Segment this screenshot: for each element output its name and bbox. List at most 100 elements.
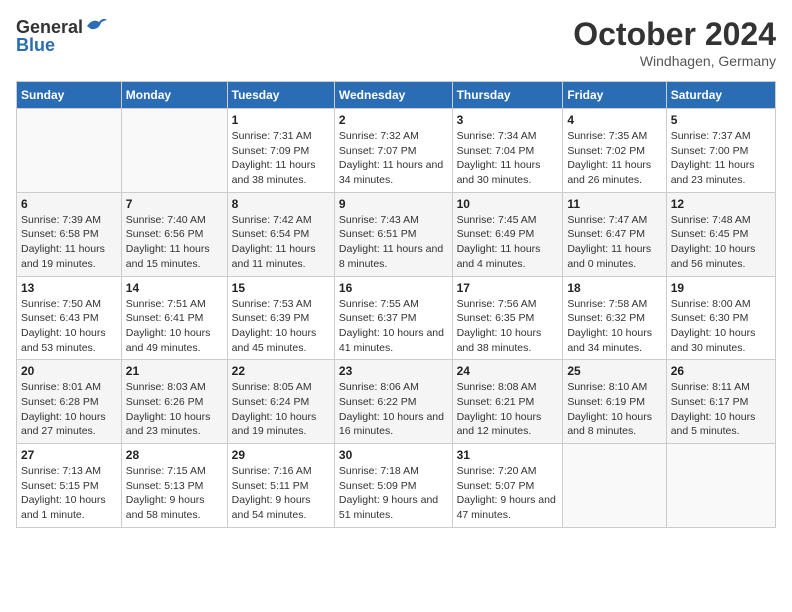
day-number: 18 <box>567 281 661 295</box>
calendar-cell: 22 Sunrise: 8:05 AMSunset: 6:24 PMDayligh… <box>227 360 334 444</box>
day-number: 1 <box>232 113 330 127</box>
day-number: 10 <box>457 197 559 211</box>
calendar-cell: 27 Sunrise: 7:13 AMSunset: 5:15 PMDayligh… <box>17 444 122 528</box>
day-info: Sunrise: 7:18 AMSunset: 5:09 PMDaylight:… <box>339 464 448 523</box>
calendar-week-row: 1 Sunrise: 7:31 AMSunset: 7:09 PMDaylight… <box>17 109 776 193</box>
weekday-header-thursday: Thursday <box>452 82 563 109</box>
calendar-cell: 2Sunrise: 7:32 AMSunset: 7:07 PMDaylight… <box>334 109 452 193</box>
day-number: 5 <box>671 113 771 127</box>
weekday-header-friday: Friday <box>563 82 666 109</box>
logo-bird-icon <box>85 16 107 39</box>
day-number: 2 <box>339 113 448 127</box>
day-number: 25 <box>567 364 661 378</box>
day-number: 6 <box>21 197 117 211</box>
weekday-header-sunday: Sunday <box>17 82 122 109</box>
calendar-cell: 12 Sunrise: 7:48 AMSunset: 6:45 PMDayligh… <box>666 192 775 276</box>
weekday-header-monday: Monday <box>121 82 227 109</box>
calendar-cell: 30 Sunrise: 7:18 AMSunset: 5:09 PMDayligh… <box>334 444 452 528</box>
day-info: Sunrise: 7:42 AMSunset: 6:54 PMDaylight:… <box>232 213 330 272</box>
day-info: Sunrise: 7:39 AMSunset: 6:58 PMDaylight:… <box>21 213 117 272</box>
weekday-header-saturday: Saturday <box>666 82 775 109</box>
calendar-cell <box>666 444 775 528</box>
day-info: Sunrise: 7:53 AMSunset: 6:39 PMDaylight:… <box>232 297 330 356</box>
day-info: Sunrise: 7:37 AMSunset: 7:00 PMDaylight:… <box>671 129 771 188</box>
calendar-cell: 6 Sunrise: 7:39 AMSunset: 6:58 PMDaylight… <box>17 192 122 276</box>
day-number: 3 <box>457 113 559 127</box>
calendar-cell: 15 Sunrise: 7:53 AMSunset: 6:39 PMDayligh… <box>227 276 334 360</box>
calendar-cell: 11 Sunrise: 7:47 AMSunset: 6:47 PMDayligh… <box>563 192 666 276</box>
day-info: Sunrise: 7:34 AMSunset: 7:04 PMDaylight:… <box>457 129 559 188</box>
day-info: Sunrise: 8:03 AMSunset: 6:26 PMDaylight:… <box>126 380 223 439</box>
day-info: Sunrise: 7:58 AMSunset: 6:32 PMDaylight:… <box>567 297 661 356</box>
day-number: 24 <box>457 364 559 378</box>
calendar-cell: 20 Sunrise: 8:01 AMSunset: 6:28 PMDayligh… <box>17 360 122 444</box>
day-number: 19 <box>671 281 771 295</box>
calendar-cell <box>17 109 122 193</box>
calendar-cell <box>121 109 227 193</box>
calendar-cell: 14Sunrise: 7:51 AMSunset: 6:41 PMDayligh… <box>121 276 227 360</box>
day-number: 13 <box>21 281 117 295</box>
day-info: Sunrise: 7:40 AMSunset: 6:56 PMDaylight:… <box>126 213 223 272</box>
day-number: 29 <box>232 448 330 462</box>
calendar-cell: 8 Sunrise: 7:42 AMSunset: 6:54 PMDaylight… <box>227 192 334 276</box>
day-info: Sunrise: 8:05 AMSunset: 6:24 PMDaylight:… <box>232 380 330 439</box>
calendar-cell: 4Sunrise: 7:35 AMSunset: 7:02 PMDaylight… <box>563 109 666 193</box>
day-info: Sunrise: 8:00 AMSunset: 6:30 PMDaylight:… <box>671 297 771 356</box>
day-info: Sunrise: 7:48 AMSunset: 6:45 PMDaylight:… <box>671 213 771 272</box>
calendar-cell: 26Sunrise: 8:11 AMSunset: 6:17 PMDayligh… <box>666 360 775 444</box>
day-info: Sunrise: 7:55 AMSunset: 6:37 PMDaylight:… <box>339 297 448 356</box>
day-number: 20 <box>21 364 117 378</box>
day-number: 27 <box>21 448 117 462</box>
day-number: 11 <box>567 197 661 211</box>
calendar-cell: 25 Sunrise: 8:10 AMSunset: 6:19 PMDayligh… <box>563 360 666 444</box>
calendar-cell: 1 Sunrise: 7:31 AMSunset: 7:09 PMDaylight… <box>227 109 334 193</box>
logo: General Blue <box>16 16 107 56</box>
calendar-week-row: 27 Sunrise: 7:13 AMSunset: 5:15 PMDayligh… <box>17 444 776 528</box>
day-info: Sunrise: 7:56 AMSunset: 6:35 PMDaylight:… <box>457 297 559 356</box>
calendar-cell: 16 Sunrise: 7:55 AMSunset: 6:37 PMDayligh… <box>334 276 452 360</box>
day-number: 30 <box>339 448 448 462</box>
calendar-cell: 24 Sunrise: 8:08 AMSunset: 6:21 PMDayligh… <box>452 360 563 444</box>
day-number: 8 <box>232 197 330 211</box>
calendar-cell: 9Sunrise: 7:43 AMSunset: 6:51 PMDaylight… <box>334 192 452 276</box>
calendar-cell: 28 Sunrise: 7:15 AMSunset: 5:13 PMDayligh… <box>121 444 227 528</box>
calendar-cell: 19 Sunrise: 8:00 AMSunset: 6:30 PMDayligh… <box>666 276 775 360</box>
calendar-cell: 21 Sunrise: 8:03 AMSunset: 6:26 PMDayligh… <box>121 360 227 444</box>
day-info: Sunrise: 7:47 AMSunset: 6:47 PMDaylight:… <box>567 213 661 272</box>
calendar-cell: 7 Sunrise: 7:40 AMSunset: 6:56 PMDaylight… <box>121 192 227 276</box>
day-info: Sunrise: 7:15 AMSunset: 5:13 PMDaylight:… <box>126 464 223 523</box>
calendar-cell: 10 Sunrise: 7:45 AMSunset: 6:49 PMDayligh… <box>452 192 563 276</box>
day-number: 16 <box>339 281 448 295</box>
calendar-cell: 31Sunrise: 7:20 AMSunset: 5:07 PMDayligh… <box>452 444 563 528</box>
day-number: 15 <box>232 281 330 295</box>
calendar-cell: 3 Sunrise: 7:34 AMSunset: 7:04 PMDaylight… <box>452 109 563 193</box>
weekday-header-row: SundayMondayTuesdayWednesdayThursdayFrid… <box>17 82 776 109</box>
title-block: October 2024 Windhagen, Germany <box>573 16 776 69</box>
day-info: Sunrise: 8:01 AMSunset: 6:28 PMDaylight:… <box>21 380 117 439</box>
day-info: Sunrise: 8:10 AMSunset: 6:19 PMDaylight:… <box>567 380 661 439</box>
calendar-cell <box>563 444 666 528</box>
day-number: 7 <box>126 197 223 211</box>
day-number: 26 <box>671 364 771 378</box>
calendar-cell: 5 Sunrise: 7:37 AMSunset: 7:00 PMDaylight… <box>666 109 775 193</box>
calendar-cell: 13Sunrise: 7:50 AMSunset: 6:43 PMDayligh… <box>17 276 122 360</box>
calendar-week-row: 20 Sunrise: 8:01 AMSunset: 6:28 PMDayligh… <box>17 360 776 444</box>
day-info: Sunrise: 7:13 AMSunset: 5:15 PMDaylight:… <box>21 464 117 523</box>
weekday-header-wednesday: Wednesday <box>334 82 452 109</box>
day-number: 17 <box>457 281 559 295</box>
calendar-cell: 18 Sunrise: 7:58 AMSunset: 6:32 PMDayligh… <box>563 276 666 360</box>
day-info: Sunrise: 8:08 AMSunset: 6:21 PMDaylight:… <box>457 380 559 439</box>
day-number: 22 <box>232 364 330 378</box>
day-info: Sunrise: 7:43 AMSunset: 6:51 PMDaylight:… <box>339 213 448 272</box>
day-info: Sunrise: 7:31 AMSunset: 7:09 PMDaylight:… <box>232 129 330 188</box>
day-number: 12 <box>671 197 771 211</box>
day-number: 28 <box>126 448 223 462</box>
calendar-week-row: 13Sunrise: 7:50 AMSunset: 6:43 PMDayligh… <box>17 276 776 360</box>
day-info: Sunrise: 7:51 AMSunset: 6:41 PMDaylight:… <box>126 297 223 356</box>
day-number: 23 <box>339 364 448 378</box>
day-info: Sunrise: 7:45 AMSunset: 6:49 PMDaylight:… <box>457 213 559 272</box>
day-number: 21 <box>126 364 223 378</box>
day-info: Sunrise: 7:35 AMSunset: 7:02 PMDaylight:… <box>567 129 661 188</box>
calendar-cell: 29Sunrise: 7:16 AMSunset: 5:11 PMDayligh… <box>227 444 334 528</box>
month-title: October 2024 <box>573 16 776 53</box>
